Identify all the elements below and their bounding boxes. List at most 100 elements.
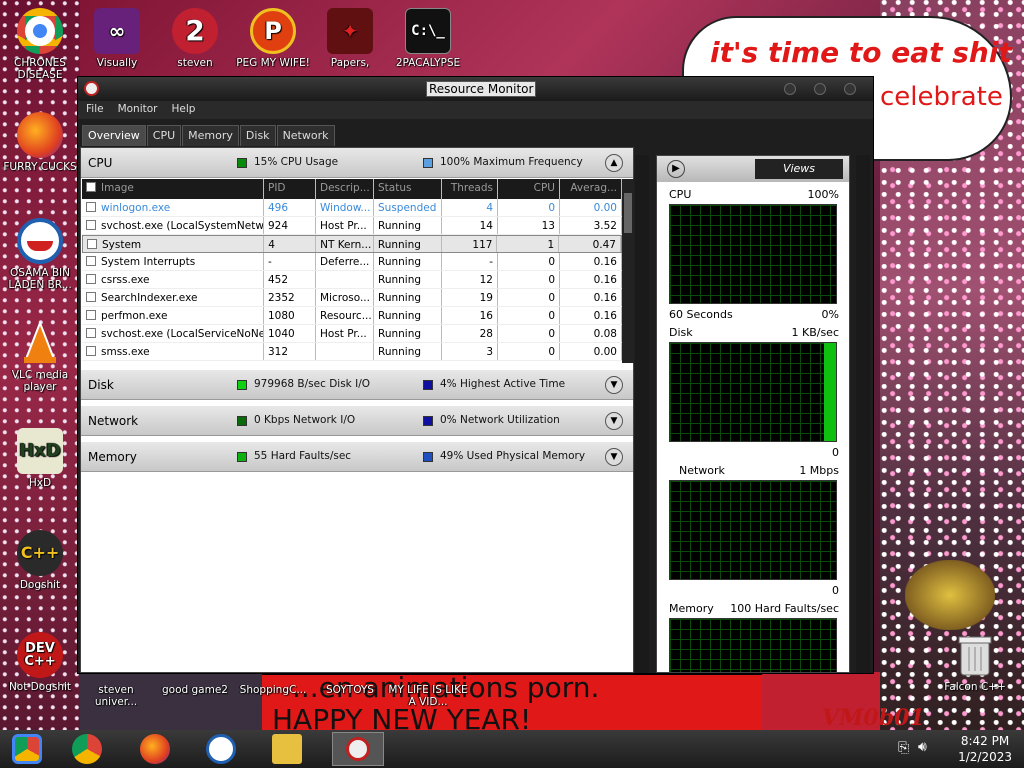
disk-io-label: 979968 B/sec Disk I/O	[254, 378, 370, 390]
table-scrollbar[interactable]	[622, 179, 634, 363]
col-cpu[interactable]: CPU	[498, 179, 560, 199]
tab-disk[interactable]: Disk	[239, 125, 276, 146]
cell-average: 0.16	[560, 289, 622, 306]
desktop-icon-label: PEG MY WIFE!	[236, 57, 310, 69]
disk-section-header[interactable]: Disk 979968 B/sec Disk I/O 4% Highest Ac…	[81, 370, 633, 400]
desktop-icon-soytoys[interactable]: SOYTOYS	[310, 684, 390, 696]
menu-help[interactable]: Help	[172, 101, 204, 119]
expand-icon[interactable]: ▼	[605, 412, 623, 430]
desktop-icon-steven-univer[interactable]: steven univer...	[76, 684, 156, 708]
desktop-icon-good-game2[interactable]: good game2	[155, 684, 235, 696]
desktop-icon-shopping[interactable]: ShoppingC...	[233, 684, 313, 696]
col-threads[interactable]: Threads	[442, 179, 498, 199]
col-status[interactable]: Status	[374, 179, 442, 199]
cell-status: Running	[374, 236, 442, 252]
tab-network[interactable]: Network	[276, 125, 335, 146]
cell-average: 0.00	[560, 199, 622, 216]
tab-overview[interactable]: Overview	[82, 125, 146, 146]
col-description[interactable]: Descrip...	[316, 179, 374, 199]
chevron-right-icon[interactable]: ▶	[667, 160, 685, 178]
cell-image: csrss.exe	[82, 271, 264, 288]
table-row[interactable]: smss.exe 312 Running 3 0 0.00	[82, 343, 622, 361]
network-section-header[interactable]: Network 0 Kbps Network I/O 0% Network Ut…	[81, 406, 633, 436]
expand-icon[interactable]: ▼	[605, 376, 623, 394]
menu-monitor[interactable]: Monitor	[118, 101, 166, 119]
desktop-icon-hxd[interactable]: HxD HxD	[0, 428, 80, 489]
maximize-button[interactable]	[814, 83, 826, 95]
title-bar[interactable]: Resource Monitor	[78, 77, 873, 101]
row-checkbox[interactable]	[87, 239, 97, 249]
process-table: Image PID Descrip... Status Threads CPU …	[82, 179, 622, 363]
desktop-icon-my-life[interactable]: MY LIFE IS LIKE A VID...	[388, 684, 468, 708]
desktop-icon-not-dogshit[interactable]: DEV C++ Not Dogshit	[0, 632, 80, 693]
collapse-icon[interactable]: ▲	[605, 154, 623, 172]
menu-file[interactable]: File	[86, 101, 112, 119]
desktop-icon-chrones[interactable]: CHRONES DISEASE	[0, 8, 80, 81]
menu-bar: File Monitor Help	[78, 101, 873, 119]
cell-average: 0.16	[560, 307, 622, 324]
row-checkbox[interactable]	[86, 256, 96, 266]
network-section-title: Network	[88, 414, 139, 428]
table-row[interactable]: svchost.exe (LocalSystemNetw... 924 Host P…	[82, 217, 622, 235]
table-row[interactable]: svchost.exe (LocalServiceNoNe... 1040 Host…	[82, 325, 622, 343]
table-row[interactable]: SearchIndexer.exe 2352 Microso... Running 19…	[82, 289, 622, 307]
wallpaper-banner: ...en animations porn. HAPPY NEW YEAR!	[262, 671, 762, 736]
clock[interactable]: 8:42 PM 1/2/2023	[958, 733, 1012, 765]
tab-memory[interactable]: Memory	[182, 125, 239, 146]
row-checkbox[interactable]	[86, 310, 96, 320]
desktop-icon-dogshit[interactable]: C++ Dogshit	[0, 530, 80, 591]
pane-scrollbar[interactable]	[635, 155, 649, 673]
row-checkbox[interactable]	[86, 346, 96, 356]
taskbar-resource-monitor[interactable]	[332, 732, 384, 766]
desktop-icon-furry[interactable]: FURRY CUCKS	[0, 112, 80, 173]
cpu-freq-label: 100% Maximum Frequency	[440, 156, 583, 168]
scroll-thumb[interactable]	[624, 193, 632, 233]
select-all-checkbox[interactable]	[86, 182, 96, 192]
memory-graph-label: Memory	[669, 602, 714, 615]
taskbar-firefox-icon[interactable]	[140, 734, 170, 764]
tab-cpu[interactable]: CPU	[146, 125, 182, 146]
desktop-icon-osama[interactable]: OSAMA BIN LADEN BR...	[0, 218, 80, 291]
cell-threads: 4	[442, 199, 498, 216]
close-button[interactable]	[844, 83, 856, 95]
row-checkbox[interactable]	[86, 220, 96, 230]
desktop-icon-steven[interactable]: 2 steven	[155, 8, 235, 69]
taskbar-folder-icon[interactable]	[272, 734, 302, 764]
overview-pane: CPU 15% CPU Usage 100% Maximum Frequency…	[80, 147, 634, 673]
process-table-header: Image PID Descrip... Status Threads CPU …	[82, 179, 622, 199]
taskbar-chrome-icon[interactable]	[72, 734, 102, 764]
desktop-icon-visually[interactable]: ∞ Visually	[77, 8, 157, 69]
desktop-icon-label: ShoppingC...	[239, 684, 307, 696]
row-checkbox[interactable]	[86, 274, 96, 284]
cell-description: Resourc...	[316, 307, 374, 324]
table-row[interactable]: System 4 NT Kern... Running 117 1 0.47	[82, 235, 622, 253]
desktop-icon-2pacalypse[interactable]: C:\_ 2PACALYPSE	[388, 8, 468, 69]
cell-status: Running	[374, 325, 442, 342]
row-checkbox[interactable]	[86, 292, 96, 302]
table-row[interactable]: perfmon.exe 1080 Resourc... Running 16 0 0.16	[82, 307, 622, 325]
table-row[interactable]: winlogon.exe 496 Window... Suspended 4 0 0.00	[82, 199, 622, 217]
col-pid[interactable]: PID	[264, 179, 316, 199]
table-row[interactable]: csrss.exe 452 Running 12 0 0.16	[82, 271, 622, 289]
desktop-icon-vlc[interactable]: VLC media player	[0, 320, 80, 393]
cpu-section-header[interactable]: CPU 15% CPU Usage 100% Maximum Frequency…	[81, 148, 633, 178]
expand-icon[interactable]: ▼	[605, 448, 623, 466]
desktop-icon-papers[interactable]: ✦ Papers,	[310, 8, 390, 69]
col-image[interactable]: Image	[82, 179, 264, 199]
minimize-button[interactable]	[784, 83, 796, 95]
row-checkbox[interactable]	[86, 202, 96, 212]
cell-threads: 14	[442, 217, 498, 234]
graph-panel-scrollbar[interactable]	[856, 155, 870, 673]
col-average[interactable]: Averag...	[560, 179, 622, 199]
taskbar-obama-icon[interactable]	[206, 734, 236, 764]
desktop-icon-falcon[interactable]: Falcon C++	[935, 632, 1015, 693]
network-icon[interactable]: ⎘	[898, 740, 909, 756]
start-button[interactable]	[12, 734, 42, 764]
memory-section-header[interactable]: Memory 55 Hard Faults/sec 49% Used Physi…	[81, 442, 633, 472]
row-checkbox[interactable]	[86, 328, 96, 338]
views-button[interactable]: Views	[755, 159, 843, 179]
volume-icon[interactable]: 🔊︎	[918, 739, 927, 755]
cell-average: 0.16	[560, 253, 622, 270]
table-row[interactable]: System Interrupts - Deferre... Running -0 0.1…	[82, 253, 622, 271]
desktop-icon-peg[interactable]: P PEG MY WIFE!	[233, 8, 313, 69]
